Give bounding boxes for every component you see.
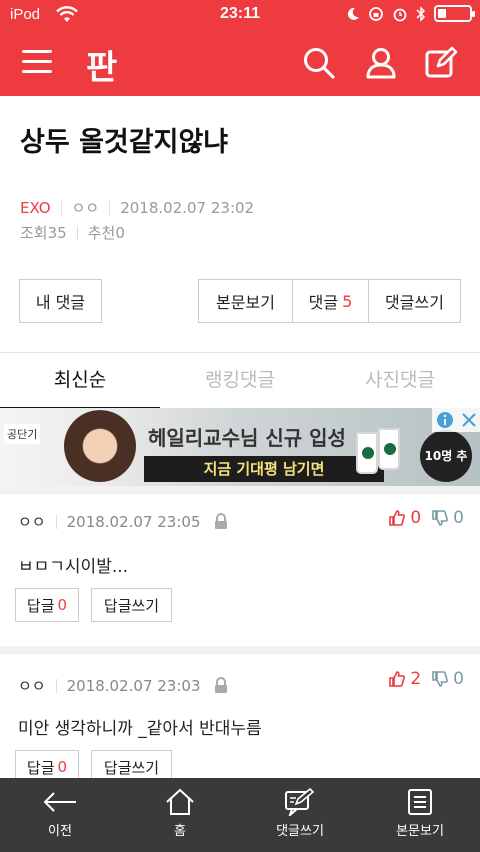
status-bar: iPod 23:11 (0, 0, 480, 32)
ad-subline: 지금 기대평 남기면 (144, 456, 384, 482)
write-comment-label: 댓글쓰기 (385, 293, 444, 312)
post-date: 2018.02.07 23:02 (120, 198, 255, 217)
status-icons (346, 5, 475, 22)
post-author: ㅇㅇ (71, 199, 100, 217)
reply-count: 0 (57, 758, 68, 776)
downvote-count: 0 (453, 669, 464, 689)
view-post-nav-button[interactable]: 본문보기 (360, 778, 480, 852)
divider (55, 678, 57, 693)
home-label: 홈 (174, 824, 186, 839)
coffee-cups-image (356, 426, 420, 478)
comment-votes: 2 0 (388, 669, 464, 689)
comment-author: ㅇㅇ (18, 677, 46, 695)
comment-votes: 0 0 (388, 508, 464, 528)
comment-text: 미안 생각하니까 _같아서 반대누름 (18, 719, 262, 739)
comment-meta: ㅇㅇ 2018.02.07 23:05 (18, 511, 229, 532)
comment-date: 2018.02.07 23:03 (66, 676, 201, 695)
comment-author: ㅇㅇ (18, 513, 46, 531)
info-icon[interactable] (436, 411, 454, 429)
write-comment-button[interactable]: 댓글쓰기 (368, 279, 461, 323)
upvote-count: 0 (410, 508, 422, 528)
views-count: 35 (47, 223, 67, 242)
home-button[interactable]: 홈 (120, 778, 240, 852)
moon-icon (347, 7, 359, 20)
alarm-icon (393, 8, 407, 21)
comment-item: ㅇㅇ 2018.02.07 23:05 0 0 ㅂㅁㄱ시이발... 답글 0 답글… (0, 494, 480, 644)
write-comment-nav-button[interactable]: 댓글쓰기 (240, 778, 360, 852)
recommend-count: 0 (115, 223, 125, 242)
ad-banner[interactable]: 공단기 헤일리교수님 신규 입성 지금 기대평 남기면 10명 추첨 (0, 408, 480, 486)
rotation-lock-icon (369, 6, 383, 21)
post-meta: EXO ㅇㅇ 2018.02.07 23:02 (20, 197, 254, 218)
app-nav: 판 (0, 32, 480, 96)
home-icon (166, 788, 194, 815)
post-title: 상두 올것같지않냐 (20, 127, 229, 158)
ad-brand: 공단기 (4, 424, 41, 444)
my-comments-button[interactable]: 내 댓글 (19, 279, 102, 323)
lock-icon[interactable] (213, 512, 229, 531)
thumbs-up-icon[interactable] (388, 670, 406, 688)
divider (60, 200, 62, 215)
arrow-left-icon (43, 792, 76, 812)
recommend-label: 추천 (87, 224, 116, 242)
my-comments-label: 내 댓글 (35, 293, 86, 312)
view-post-button[interactable]: 본문보기 (198, 279, 292, 323)
section-divider (0, 646, 480, 654)
ad-badge: 10명 추첨 (420, 430, 472, 482)
view-post-label: 본문보기 (216, 293, 275, 312)
comments-button[interactable]: 댓글 5 (292, 279, 368, 323)
comment-sort-tabs: 최신순 랭킹댓글 사진댓글 (0, 352, 480, 410)
user-icon[interactable] (364, 46, 398, 80)
comment-date: 2018.02.07 23:05 (66, 512, 201, 531)
views-label: 조회 (20, 224, 48, 242)
divider (55, 514, 57, 529)
divider (76, 225, 78, 240)
tab-latest[interactable]: 최신순 (0, 353, 160, 410)
write-reply-button[interactable]: 답글쓰기 (91, 588, 172, 622)
comment-meta: ㅇㅇ 2018.02.07 23:03 (18, 675, 229, 696)
reply-count: 0 (57, 596, 68, 614)
comment-text: ㅂㅁㄱ시이발... (18, 557, 129, 577)
reply-label: 답글 (26, 758, 55, 777)
close-icon[interactable] (461, 412, 477, 428)
menu-icon[interactable] (22, 50, 52, 76)
comment-item: ㅇㅇ 2018.02.07 23:03 2 0 미안 생각하니까 _같아서 반대… (0, 654, 480, 784)
tab-ranking[interactable]: 랭킹댓글 (160, 353, 320, 408)
write-comment-nav-label: 댓글쓰기 (276, 824, 324, 839)
write-reply-label: 답글쓰기 (103, 758, 160, 777)
post-category[interactable]: EXO (20, 199, 51, 217)
top-bar: iPod 23:11 판 (0, 0, 480, 96)
write-reply-label: 답글쓰기 (103, 596, 160, 615)
comments-count: 5 (342, 291, 353, 311)
search-icon[interactable] (302, 46, 336, 80)
tab-photo[interactable]: 사진댓글 (320, 353, 480, 408)
reply-label: 답글 (26, 596, 55, 615)
thumbs-down-icon[interactable] (431, 670, 449, 688)
upvote-count: 2 (410, 669, 422, 689)
lock-icon[interactable] (213, 676, 229, 695)
bottom-nav: 이전 홈 댓글쓰기 본문보기 (0, 778, 480, 852)
ad-headline: 헤일리교수님 신규 입성 (148, 426, 346, 450)
ad-person-image (60, 410, 140, 486)
back-label: 이전 (48, 824, 72, 839)
document-icon (408, 789, 432, 815)
reply-button[interactable]: 답글 0 (15, 588, 79, 622)
comment-write-icon (285, 788, 315, 816)
thumbs-down-icon[interactable] (431, 509, 449, 527)
logo[interactable]: 판 (86, 40, 117, 89)
post-stats: 조회 35 추천 0 (20, 222, 125, 243)
battery-icon (434, 5, 475, 22)
comments-label: 댓글 (308, 293, 339, 312)
back-button[interactable]: 이전 (0, 778, 120, 852)
thumbs-up-icon[interactable] (388, 509, 406, 527)
section-divider (0, 486, 480, 494)
bluetooth-icon (416, 5, 426, 22)
divider (109, 200, 111, 215)
downvote-count: 0 (453, 508, 464, 528)
ad-choices[interactable] (432, 408, 480, 432)
view-post-nav-label: 본문보기 (396, 824, 444, 839)
write-icon[interactable] (424, 46, 458, 80)
